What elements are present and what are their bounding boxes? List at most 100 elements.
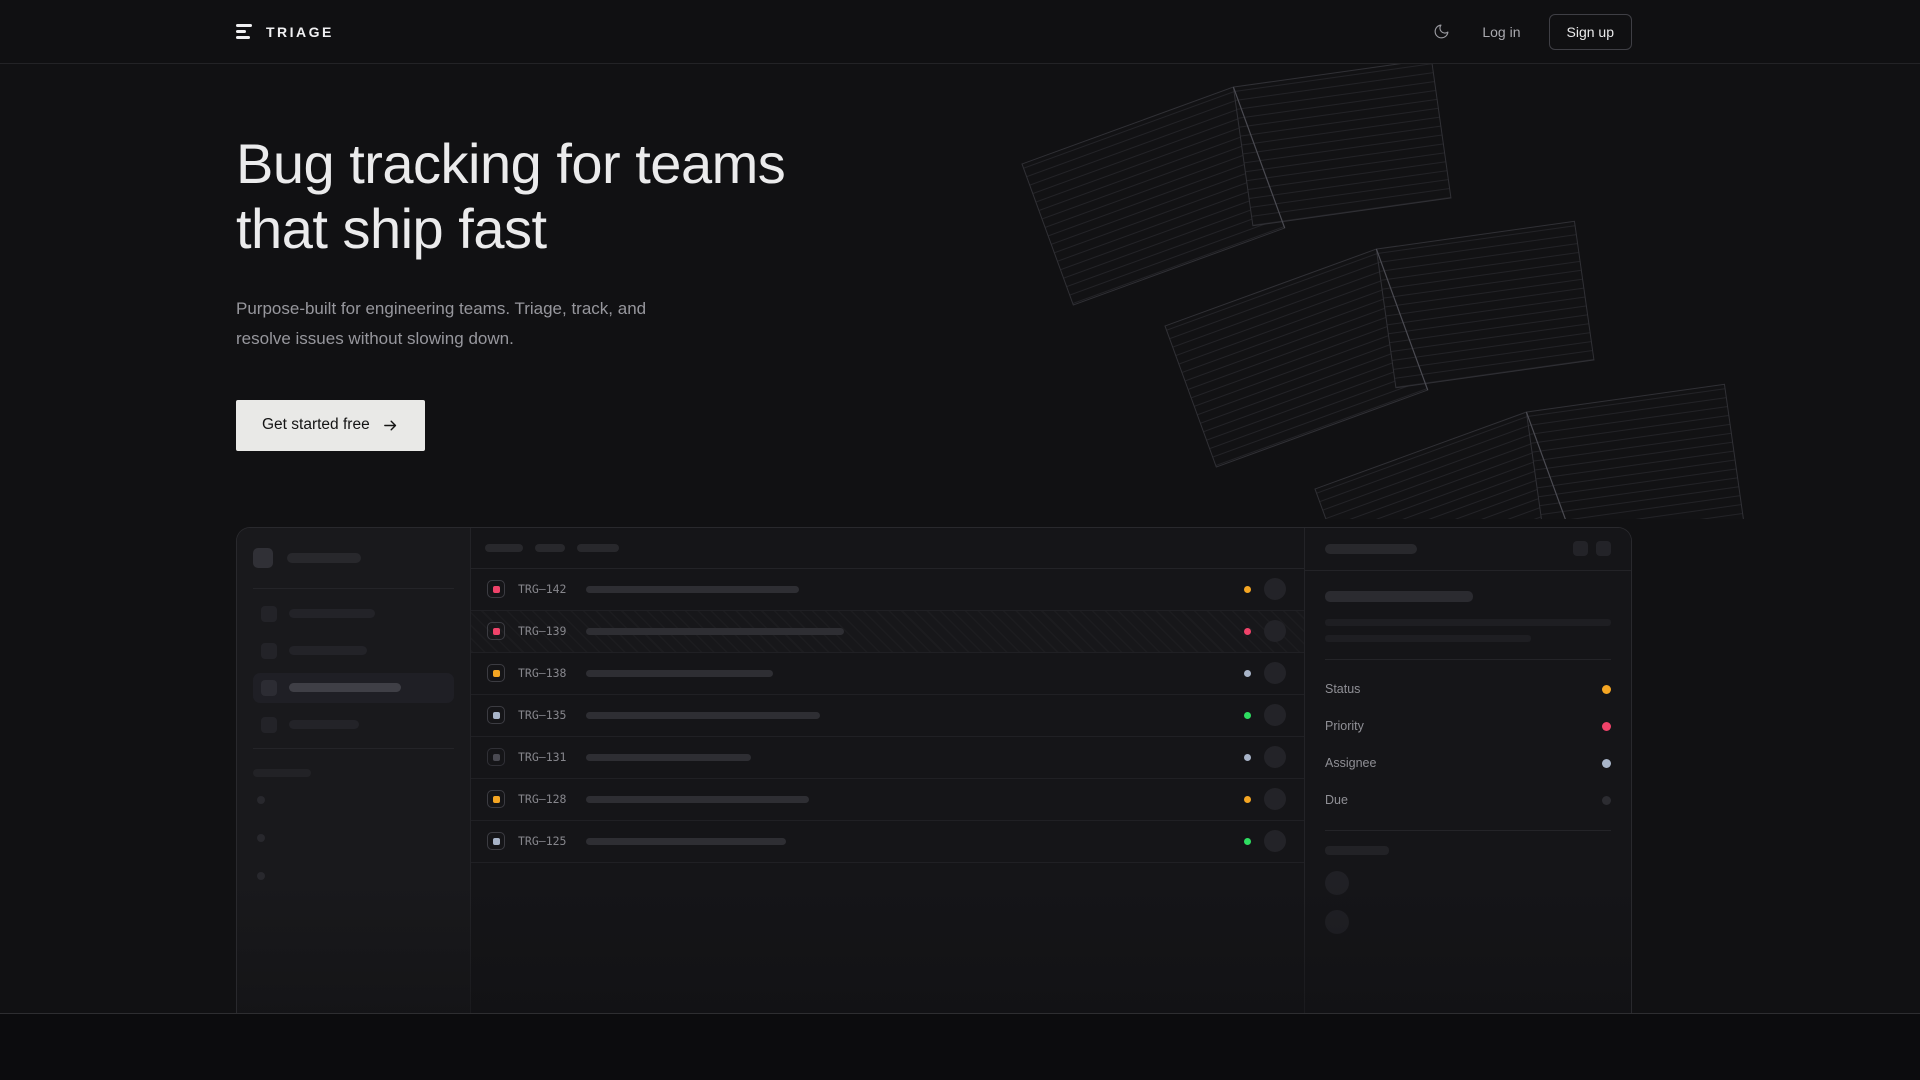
issue-row: TRG–131 bbox=[471, 737, 1304, 779]
issue-avatar-placeholder bbox=[1264, 578, 1286, 600]
issue-row: TRG–125 bbox=[471, 821, 1304, 863]
issue-avatar-placeholder bbox=[1264, 830, 1286, 852]
sidebar-item-selected bbox=[253, 673, 454, 703]
issue-row: TRG–142 bbox=[471, 569, 1304, 611]
detail-field-dot bbox=[1602, 759, 1611, 768]
issue-id: TRG–125 bbox=[518, 834, 574, 848]
skeleton-line bbox=[1325, 635, 1531, 642]
dot-placeholder bbox=[257, 796, 265, 804]
arrow-right-icon bbox=[382, 417, 399, 434]
divider bbox=[1325, 659, 1611, 660]
skeleton-pill bbox=[485, 544, 523, 552]
issue-avatar-placeholder bbox=[1264, 620, 1286, 642]
issue-id: TRG–139 bbox=[518, 624, 574, 638]
skeleton-line bbox=[1325, 619, 1611, 626]
issue-type-icon bbox=[487, 832, 505, 850]
issue-list-column: TRG–142 TRG–139 TRG–138 TRG–135 TRG–131 bbox=[471, 528, 1304, 1013]
skeleton-pill bbox=[289, 683, 401, 692]
brand[interactable]: TRIAGE bbox=[236, 24, 334, 40]
detail-field-label: Due bbox=[1325, 793, 1348, 807]
divider bbox=[253, 748, 454, 749]
issue-status-dot bbox=[1244, 754, 1251, 761]
divider bbox=[253, 588, 454, 589]
issue-avatar-placeholder bbox=[1264, 788, 1286, 810]
skeleton-pill bbox=[287, 553, 361, 563]
issue-id: TRG–135 bbox=[518, 708, 574, 722]
log-in-link[interactable]: Log in bbox=[1482, 24, 1520, 40]
detail-field-label: Priority bbox=[1325, 719, 1364, 733]
sidebar-item bbox=[253, 599, 454, 629]
issue-status-dot bbox=[1244, 586, 1251, 593]
issue-type-dot bbox=[493, 628, 500, 635]
detail-field-row: Status bbox=[1325, 671, 1611, 708]
hero-description: Purpose-built for engineering teams. Tri… bbox=[236, 294, 1920, 354]
moon-icon bbox=[1433, 23, 1450, 40]
detail-field-dot bbox=[1602, 722, 1611, 731]
top-nav: TRIAGE Log in Sign up bbox=[0, 0, 1920, 64]
skeleton-pill bbox=[253, 769, 311, 777]
issue-title-placeholder bbox=[586, 586, 799, 593]
skeleton-pill bbox=[1325, 591, 1473, 602]
issue-list: TRG–142 TRG–139 TRG–138 TRG–135 TRG–131 bbox=[471, 569, 1304, 863]
issue-avatar-placeholder bbox=[1264, 746, 1286, 768]
issue-type-icon bbox=[487, 706, 505, 724]
issue-type-icon bbox=[487, 580, 505, 598]
detail-fields: Status Priority Assignee Due bbox=[1325, 671, 1611, 819]
issue-type-dot bbox=[493, 712, 500, 719]
issue-title-placeholder bbox=[586, 838, 786, 845]
sign-up-button[interactable]: Sign up bbox=[1549, 14, 1632, 50]
issue-type-icon bbox=[487, 622, 505, 640]
dot-placeholder bbox=[257, 872, 265, 880]
app-mockup: TRG–142 TRG–139 TRG–138 TRG–135 TRG–131 bbox=[236, 527, 1632, 1013]
sidebar-item bbox=[253, 636, 454, 666]
detail-field-label: Assignee bbox=[1325, 756, 1376, 770]
detail-panel-header bbox=[1305, 528, 1631, 571]
issue-title-placeholder bbox=[586, 670, 773, 677]
issue-title-placeholder bbox=[586, 754, 751, 761]
footer bbox=[0, 1013, 1920, 1080]
issue-row: TRG–135 bbox=[471, 695, 1304, 737]
detail-field-row: Priority bbox=[1325, 708, 1611, 745]
issue-status-dot bbox=[1244, 628, 1251, 635]
issue-status-dot bbox=[1244, 838, 1251, 845]
triage-logo-icon bbox=[236, 24, 254, 40]
hero-heading: Bug tracking for teamsthat ship fast bbox=[236, 132, 1920, 262]
issue-row: TRG–138 bbox=[471, 653, 1304, 695]
sidebar-header bbox=[253, 548, 454, 568]
issue-type-dot bbox=[493, 838, 500, 845]
activity-avatars bbox=[1325, 871, 1611, 934]
issue-detail-panel: Status Priority Assignee Due bbox=[1304, 528, 1631, 1013]
issue-id: TRG–131 bbox=[518, 750, 574, 764]
skeleton-pill bbox=[535, 544, 565, 552]
issue-status-dot bbox=[1244, 712, 1251, 719]
issue-type-dot bbox=[493, 670, 500, 677]
issue-title-placeholder bbox=[586, 712, 820, 719]
skeleton-pill bbox=[577, 544, 619, 552]
sidebar-item-icon-placeholder bbox=[261, 717, 277, 733]
issue-status-dot bbox=[1244, 670, 1251, 677]
get-started-button[interactable]: Get started free bbox=[236, 400, 425, 451]
skeleton-pill bbox=[1325, 544, 1417, 554]
issue-list-header bbox=[471, 528, 1304, 569]
issue-row: TRG–139 bbox=[471, 611, 1304, 653]
skeleton-pill bbox=[289, 720, 359, 729]
mockup-sidebar bbox=[237, 528, 471, 1013]
panel-action-placeholder bbox=[1573, 541, 1588, 556]
sidebar-dots bbox=[253, 796, 454, 880]
detail-field-label: Status bbox=[1325, 682, 1360, 696]
dot-placeholder bbox=[257, 834, 265, 842]
skeleton-pill bbox=[289, 646, 367, 655]
issue-id: TRG–142 bbox=[518, 582, 574, 596]
issue-avatar-placeholder bbox=[1264, 704, 1286, 726]
skeleton-pill bbox=[1325, 846, 1389, 855]
issue-title-placeholder bbox=[586, 796, 809, 803]
sidebar-item-icon-placeholder bbox=[261, 643, 277, 659]
detail-field-row: Assignee bbox=[1325, 745, 1611, 782]
issue-id: TRG–128 bbox=[518, 792, 574, 806]
hero-section: Bug tracking for teamsthat ship fast Pur… bbox=[0, 64, 1920, 451]
sidebar-item-icon-placeholder bbox=[261, 680, 277, 696]
detail-field-row: Due bbox=[1325, 782, 1611, 819]
theme-toggle-button[interactable] bbox=[1429, 19, 1454, 44]
sidebar-nav-items bbox=[253, 599, 454, 740]
detail-field-dot bbox=[1602, 796, 1611, 805]
